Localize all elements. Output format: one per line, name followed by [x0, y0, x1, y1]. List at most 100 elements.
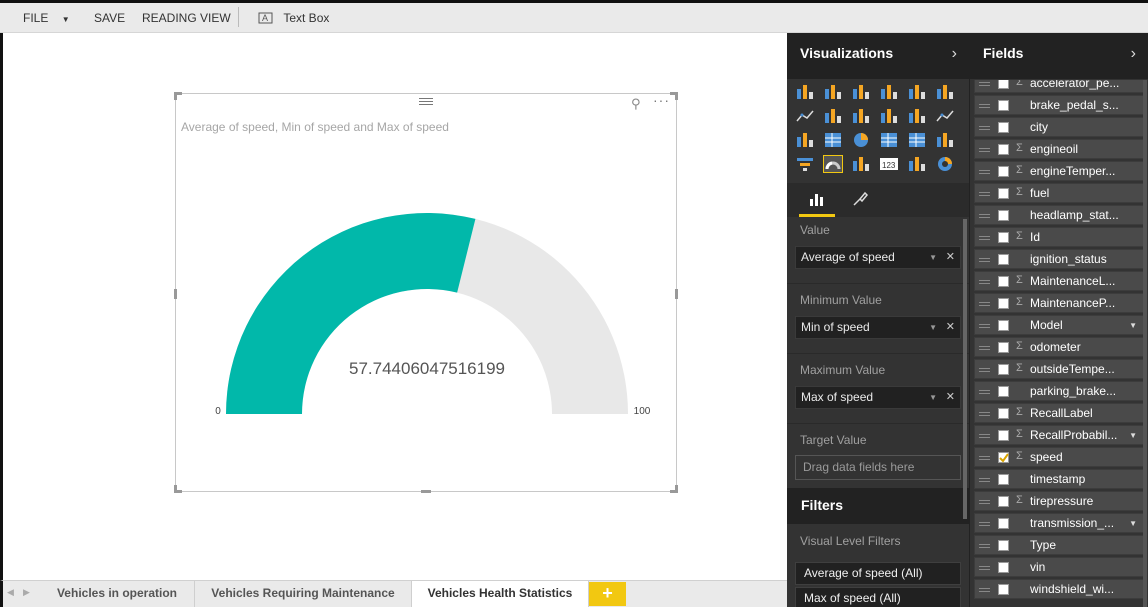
field-checkbox[interactable]: [998, 254, 1009, 265]
field-checkbox[interactable]: [998, 100, 1009, 111]
stacked-column-icon[interactable]: [823, 83, 843, 101]
drag-handle-icon[interactable]: [979, 522, 990, 526]
tab-vehicles-in-operation[interactable]: Vehicles in operation: [40, 581, 195, 607]
table-icon[interactable]: [879, 131, 899, 149]
drag-handle-icon[interactable]: [979, 236, 990, 240]
clustered-column-icon[interactable]: [879, 83, 899, 101]
field-item[interactable]: ignition_status: [974, 249, 1144, 269]
treemap-icon[interactable]: [823, 131, 843, 149]
visualizations-scrollbar[interactable]: [963, 219, 967, 519]
clustered-bar-icon[interactable]: [851, 83, 871, 101]
card-icon[interactable]: 123: [879, 155, 899, 173]
filled-map-icon[interactable]: [935, 131, 955, 149]
field-item[interactable]: Σ MaintenanceP...: [974, 293, 1144, 313]
drag-handle-icon[interactable]: [979, 346, 990, 350]
add-page-button[interactable]: +: [589, 582, 626, 606]
drag-handle-icon[interactable]: [979, 390, 990, 394]
field-checkbox[interactable]: [998, 408, 1009, 419]
drag-handle-icon[interactable]: [979, 192, 990, 196]
100-bar-icon[interactable]: [907, 83, 927, 101]
field-item[interactable]: Σaccelerator_pe...: [974, 80, 1144, 93]
drag-handle-icon[interactable]: [979, 500, 990, 504]
drag-handle-icon[interactable]: [979, 544, 990, 548]
field-item[interactable]: timestamp: [974, 469, 1144, 489]
field-item[interactable]: Type: [974, 535, 1144, 555]
resize-handle-tl-v[interactable]: [174, 92, 177, 100]
value-well-field[interactable]: Average of speed ▼ ✕: [795, 246, 961, 269]
field-checkbox[interactable]: [998, 364, 1009, 375]
field-item[interactable]: Model ▼: [974, 315, 1144, 335]
remove-field-icon[interactable]: ✕: [946, 247, 955, 268]
field-item[interactable]: windshield_wi...: [974, 579, 1144, 599]
field-checkbox[interactable]: [998, 540, 1009, 551]
field-checkbox[interactable]: [998, 496, 1009, 507]
field-item[interactable]: transmission_... ▼: [974, 513, 1144, 533]
field-item[interactable]: Σ MaintenanceL...: [974, 271, 1144, 291]
field-checkbox[interactable]: [998, 584, 1009, 595]
field-checkbox[interactable]: [998, 122, 1009, 133]
drag-handle-icon[interactable]: [979, 588, 990, 592]
reading-view-button[interactable]: READING VIEW: [142, 9, 231, 27]
field-checkbox[interactable]: [998, 276, 1009, 287]
field-item[interactable]: brake_pedal_s...: [974, 95, 1144, 115]
scatter-icon[interactable]: [935, 107, 955, 125]
drag-handle-icon[interactable]: [979, 412, 990, 416]
chevron-right-icon[interactable]: ›: [952, 45, 957, 63]
field-item[interactable]: Σodometer: [974, 337, 1144, 357]
area-chart-icon[interactable]: [823, 107, 843, 125]
field-checkbox[interactable]: [998, 232, 1009, 243]
slicer-icon[interactable]: [907, 155, 927, 173]
field-item[interactable]: Σengineoil: [974, 139, 1144, 159]
field-item[interactable]: Σ Id: [974, 227, 1144, 247]
waterfall-icon[interactable]: [795, 131, 815, 149]
field-item[interactable]: city: [974, 117, 1144, 137]
field-checkbox[interactable]: [998, 298, 1009, 309]
chevron-down-icon[interactable]: ▼: [929, 387, 937, 408]
tab-vehicles-health-statistics[interactable]: Vehicles Health Statistics: [412, 581, 589, 607]
drag-handle-icon[interactable]: [979, 280, 990, 284]
donut-icon[interactable]: [935, 155, 955, 173]
field-item[interactable]: Σtirepressure: [974, 491, 1144, 511]
field-checkbox[interactable]: [998, 144, 1009, 155]
field-item[interactable]: Σfuel: [974, 183, 1144, 203]
max-well-field[interactable]: Max of speed ▼ ✕: [795, 386, 961, 409]
field-checkbox[interactable]: [998, 474, 1009, 485]
resize-handle-left[interactable]: [174, 289, 177, 299]
field-item[interactable]: Σ RecallProbabil... ▼: [974, 425, 1144, 445]
resize-handle-bottom[interactable]: [421, 490, 431, 493]
field-item[interactable]: headlamp_stat...: [974, 205, 1144, 225]
resize-handle-bl-v[interactable]: [174, 485, 177, 493]
field-checkbox[interactable]: [998, 562, 1009, 573]
field-checkbox[interactable]: [998, 342, 1009, 353]
fields-tab[interactable]: [799, 183, 835, 217]
multirow-card-icon[interactable]: [851, 155, 871, 173]
100-column-icon[interactable]: [935, 83, 955, 101]
field-checkbox[interactable]: [998, 166, 1009, 177]
funnel-icon[interactable]: [795, 155, 815, 173]
save-button[interactable]: SAVE: [94, 9, 125, 27]
field-checkbox[interactable]: [998, 430, 1009, 441]
drag-handle-icon[interactable]: [979, 368, 990, 372]
tab-scroll-left-icon[interactable]: ◀: [7, 587, 14, 598]
drag-handle-icon[interactable]: [979, 478, 990, 482]
fields-scrollbar[interactable]: [1143, 80, 1147, 607]
field-checkbox[interactable]: [998, 320, 1009, 331]
drag-handle-icon[interactable]: [979, 258, 990, 262]
line-column-icon[interactable]: [851, 107, 871, 125]
field-checkbox[interactable]: [998, 386, 1009, 397]
field-checkbox[interactable]: [998, 188, 1009, 199]
drag-handle-icon[interactable]: [979, 214, 990, 218]
chevron-down-icon[interactable]: ▼: [1129, 321, 1137, 330]
filter-card[interactable]: Average of speed (All): [795, 562, 961, 585]
field-item[interactable]: ΣengineTemper...: [974, 161, 1144, 181]
field-item[interactable]: Σ RecallLabel: [974, 403, 1144, 423]
drag-handle-icon[interactable]: [979, 434, 990, 438]
field-item[interactable]: Σspeed: [974, 447, 1144, 467]
drag-handle-icon[interactable]: [979, 302, 990, 306]
ribbon-icon[interactable]: [907, 107, 927, 125]
line-clustered-icon[interactable]: [879, 107, 899, 125]
chevron-down-icon[interactable]: ▼: [929, 247, 937, 268]
gauge-visual[interactable]: ⚲ ··· Average of speed, Min of speed and…: [174, 92, 678, 493]
drag-handle-icon[interactable]: [979, 104, 990, 108]
tab-scroll-right-icon[interactable]: ▶: [23, 587, 30, 598]
